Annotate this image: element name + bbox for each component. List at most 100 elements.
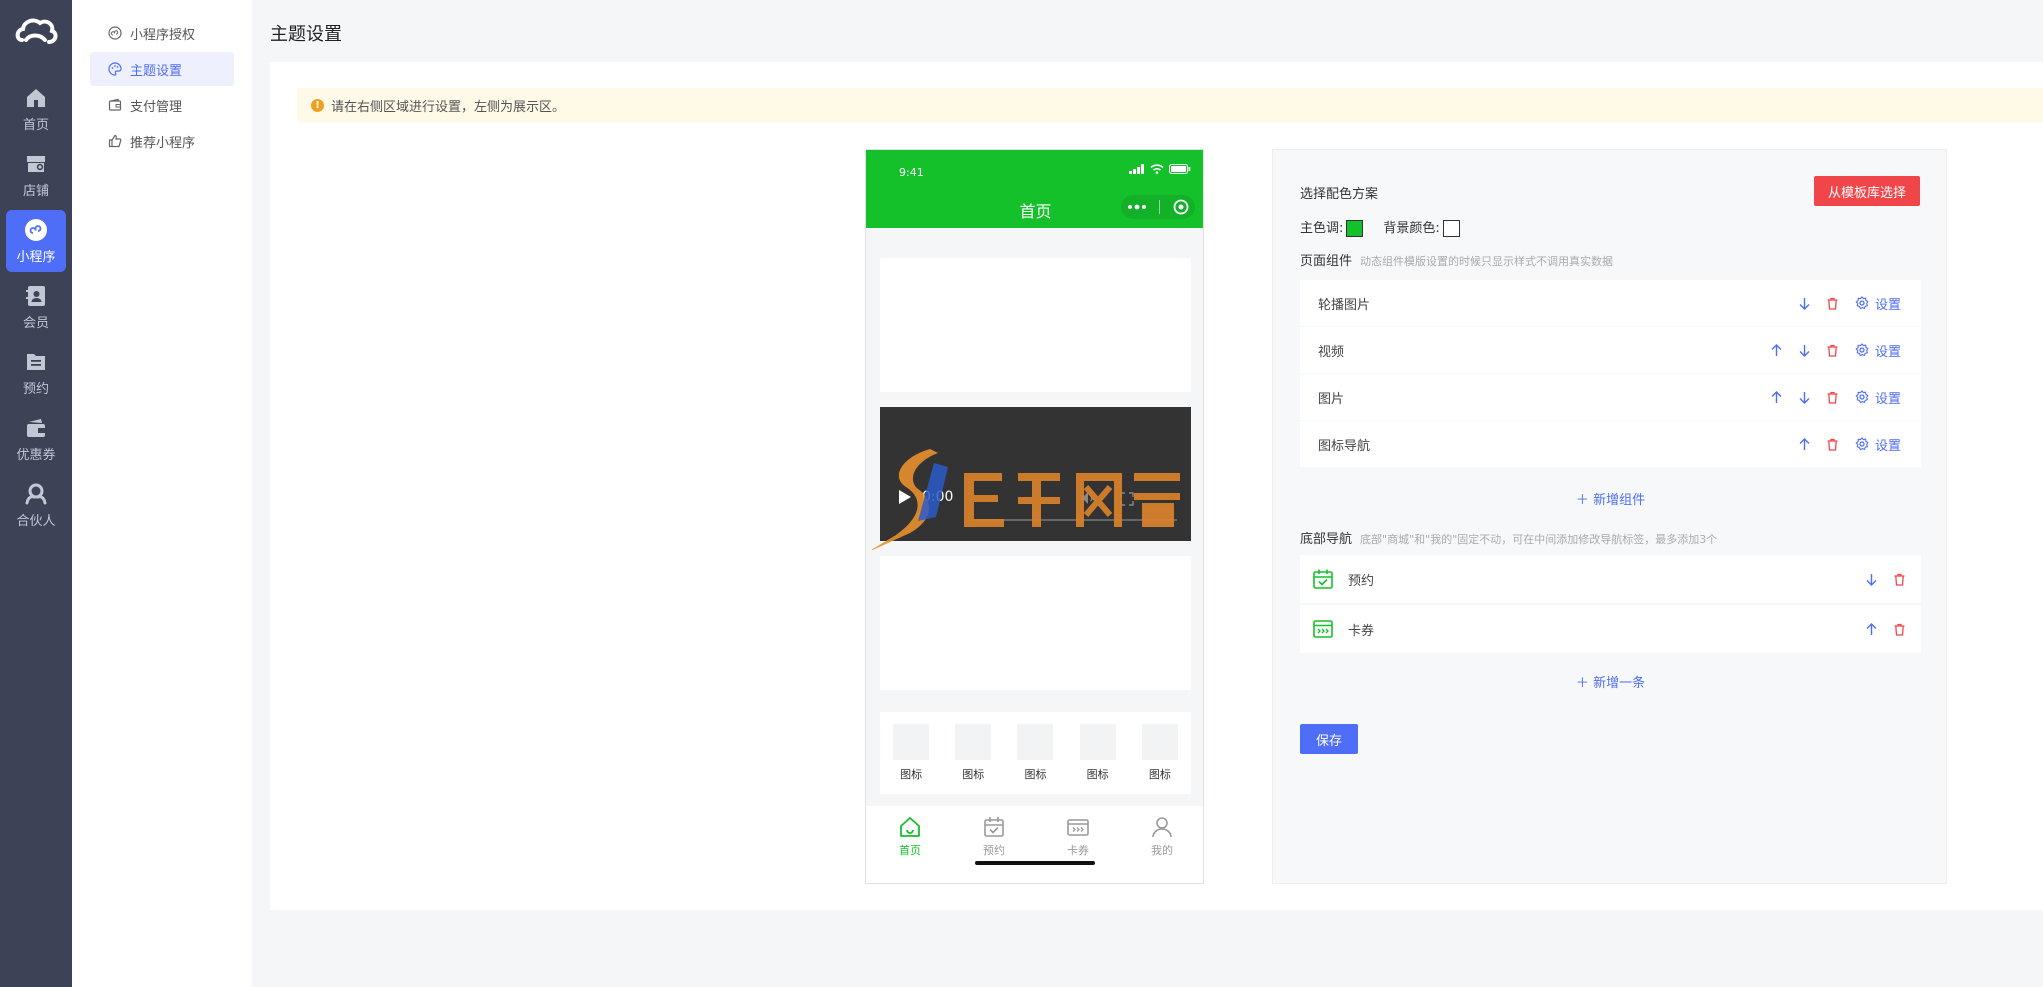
components-hint: 动态组件模版设置的时候只显示样式不调用真实数据 [1360,255,1614,268]
status-icons [1129,164,1191,174]
rail-item-label: 预约 [22,381,49,397]
subnav-label: 主题设置 [130,63,183,79]
delete-button[interactable] [1885,619,1913,639]
arrow-up-icon [1799,437,1810,450]
icon-nav-label: 图标 [1148,768,1171,781]
rail-item-member[interactable]: 会员 [6,276,66,338]
component-name: 视频 [1318,344,1345,360]
image-placeholder [880,556,1191,690]
icon-nav-preview: 图标 图标 图标 图标 图标 [880,712,1191,794]
icon-placeholder [893,724,930,760]
settings-button[interactable]: 设置 [1855,435,1901,454]
component-name: 轮播图片 [1318,297,1371,313]
rail-item-label: 优惠券 [16,447,56,463]
color-pickers: 主色调: 背景颜色: [1300,217,1480,237]
move-down-button[interactable] [1791,387,1819,407]
settings-button[interactable]: 设置 [1855,294,1901,313]
nav-item-name: 预约 [1348,573,1375,589]
save-button[interactable]: 保存 [1300,724,1358,754]
rail-item-partner[interactable]: 合伙人 [6,474,66,536]
move-up-button[interactable] [1791,434,1819,454]
store-icon [27,155,45,172]
gear-icon [1855,390,1869,404]
rail-item-home[interactable]: 首页 [6,78,66,140]
ticket-icon [1313,620,1333,638]
cloud-logo-icon [15,18,58,44]
video-player[interactable]: 0:00 [872,407,1191,551]
phone-header: 9:41 首页 [866,150,1203,228]
settings-button[interactable]: 设置 [1855,388,1901,407]
signal-icon [1129,164,1144,174]
move-down-button[interactable] [1791,340,1819,360]
rail-item-appointment[interactable]: 预约 [6,342,66,404]
phone-preview: 9:41 首页 0:00 [865,149,1204,884]
tab-profile[interactable]: 我的 [1132,814,1192,858]
rail-item-label: 首页 [22,117,49,133]
add-component-button[interactable]: ＋ 新增组件 [1273,489,1948,508]
palette-icon [108,62,122,76]
bg-color-swatch[interactable] [1442,220,1460,237]
sub-sidebar: 小程序授权 主题设置 支付管理 推荐小程序 [72,0,252,987]
more-dots-icon[interactable] [1127,204,1147,210]
notice-bar: ! 请在右侧区域进行设置，左侧为展示区。 [297,88,2043,122]
move-up-button[interactable] [1763,387,1791,407]
arrow-down-icon [1799,391,1810,404]
gear-icon [1855,296,1869,310]
delete-button[interactable] [1819,293,1847,313]
rail-item-mini-program[interactable]: 小程序 [6,210,66,272]
template-library-button[interactable]: 从模板库选择 [1814,176,1920,206]
bottom-nav-label: 底部导航 [1300,532,1353,547]
rail-item-label: 会员 [22,315,49,331]
move-down-button[interactable] [1857,569,1885,589]
icon-nav-cell: 图标 [1135,724,1185,794]
wallet-icon [108,98,122,111]
thumb-up-icon [108,134,122,148]
appointment-icon [27,353,45,370]
rail-item-coupon[interactable]: 优惠券 [6,408,66,470]
settings-button[interactable]: 设置 [1855,341,1901,360]
add-component-label: 新增组件 [1593,493,1646,508]
tab-label: 预约 [983,844,1005,857]
row-actions [1857,555,1913,603]
tab-appointment[interactable]: 预约 [964,814,1024,858]
component-name: 图标导航 [1318,438,1371,454]
home-outline-icon [900,817,920,837]
add-nav-button[interactable]: ＋ 新增一条 [1273,672,1948,691]
arrow-up-icon [1771,390,1782,403]
trash-icon [1827,297,1838,310]
trash-icon [1894,623,1904,636]
tab-home[interactable]: 首页 [880,814,940,858]
move-up-button[interactable] [1763,340,1791,360]
subnav-item-theme[interactable]: 主题设置 [90,52,234,86]
user-icon [1152,817,1172,838]
capsule-divider [1159,200,1161,214]
move-down-button[interactable] [1791,293,1819,313]
member-icon [26,285,45,306]
nav-item-name: 卡券 [1348,623,1375,639]
delete-button[interactable] [1885,569,1913,589]
tab-coupon[interactable]: 卡券 [1048,814,1108,858]
tab-label: 我的 [1151,844,1173,857]
icon-placeholder [955,724,992,760]
icon-nav-label: 图标 [962,768,985,781]
move-up-button[interactable] [1857,619,1885,639]
component-row: 视频 设置 [1300,327,1921,373]
mini-program-capsule[interactable] [1121,195,1195,219]
subnav-label: 支付管理 [130,99,183,115]
bottom-nav-row: 预约 [1300,555,1921,603]
notice-text: 请在右侧区域进行设置，左侧为展示区。 [331,99,566,115]
icon-placeholder [1079,724,1116,760]
component-row: 图标导航 设置 [1300,421,1921,467]
icon-nav-cell: 图标 [886,724,936,794]
delete-button[interactable] [1819,340,1847,360]
close-circle-icon[interactable] [1173,199,1189,215]
main-color-swatch[interactable] [1346,220,1364,237]
rail-item-store[interactable]: 店铺 [6,144,66,206]
icon-nav-label: 图标 [1024,768,1047,781]
delete-button[interactable] [1819,387,1847,407]
icon-nav-label: 图标 [1086,768,1109,781]
icon-nav-cell: 图标 [1073,724,1123,794]
delete-button[interactable] [1819,434,1847,454]
gear-icon [1855,437,1869,451]
color-scheme-label: 选择配色方案 [1300,187,1379,202]
